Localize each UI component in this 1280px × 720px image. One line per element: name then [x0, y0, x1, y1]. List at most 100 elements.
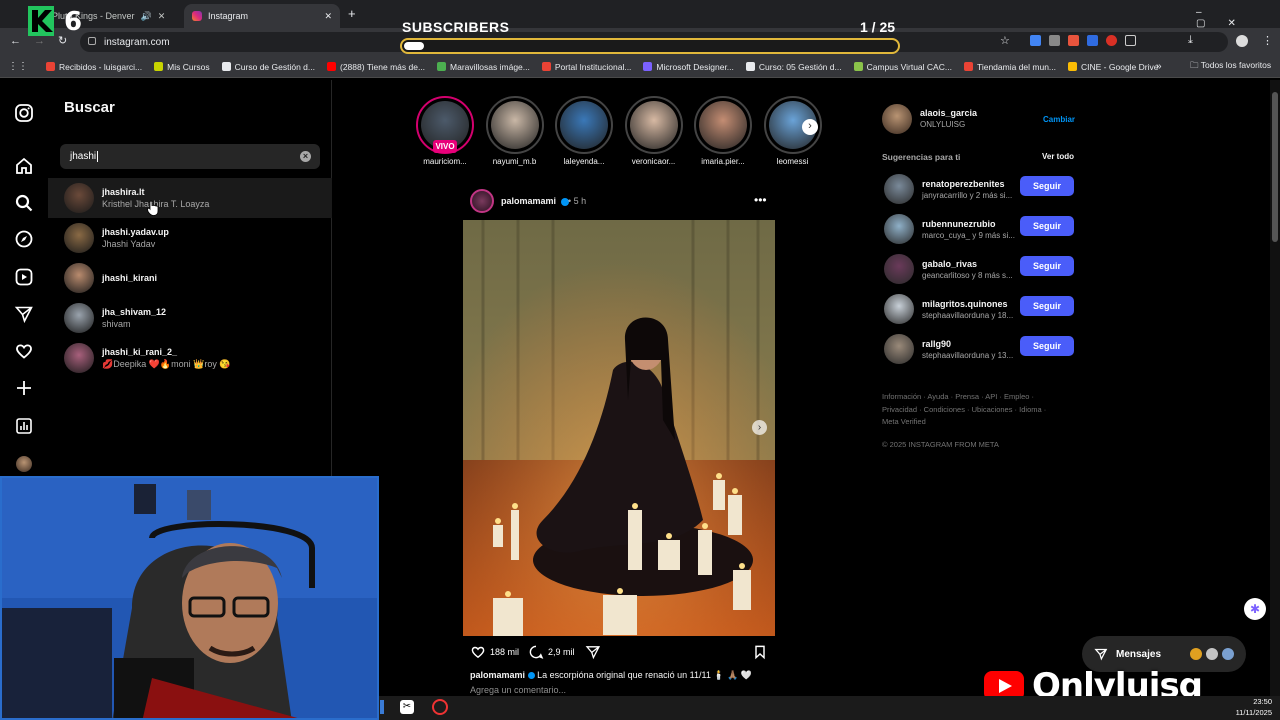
suggestion-username[interactable]: renatoperezbenites: [922, 179, 1012, 189]
bookmark-item[interactable]: (2888) Tiene más de...: [326, 62, 425, 72]
bookmark-icon[interactable]: [752, 644, 768, 660]
search-result-item[interactable]: jha_shivam_12 shivam: [48, 298, 332, 338]
story-item[interactable]: veronicaor...: [624, 96, 684, 166]
post-image[interactable]: [463, 220, 775, 636]
search-icon[interactable]: [14, 193, 34, 213]
bookmark-item[interactable]: Microsoft Designer...: [643, 62, 734, 72]
comment-input[interactable]: Agrega un comentario...: [470, 685, 566, 695]
suggestion-username[interactable]: rallg90: [922, 339, 1013, 349]
follow-button[interactable]: Seguir: [1020, 296, 1074, 316]
follow-button[interactable]: Seguir: [1020, 216, 1074, 236]
bookmark-item[interactable]: Campus Virtual CAC...: [853, 62, 952, 72]
heart-icon[interactable]: [470, 644, 486, 660]
close-icon[interactable]: ✕: [158, 11, 166, 22]
search-result-item[interactable]: jhashira.lt Kristhel Jhashira T. Loayza: [48, 178, 332, 218]
avatar[interactable]: [884, 294, 914, 324]
assistant-icon[interactable]: ✱: [1244, 598, 1266, 620]
menu-icon[interactable]: ⋮: [1262, 34, 1273, 47]
suggestion-username[interactable]: rubennunezrubio: [922, 219, 1015, 229]
speaker-icon[interactable]: 🔊: [141, 11, 152, 22]
extension-icon[interactable]: [1106, 35, 1117, 46]
footer-links[interactable]: Información · Ayuda · Prensa · API · Emp…: [882, 391, 1062, 429]
post-next-icon[interactable]: ›: [752, 420, 767, 435]
more-options-icon[interactable]: •••: [754, 193, 767, 207]
taskbar-app-icon[interactable]: [380, 700, 384, 714]
post-author[interactable]: palomamami: [501, 196, 569, 206]
capcut-icon[interactable]: ✂: [400, 700, 414, 714]
puzzle-icon[interactable]: [1125, 35, 1136, 46]
instagram-logo-icon[interactable]: [14, 103, 34, 123]
follow-button[interactable]: Seguir: [1020, 176, 1074, 196]
dashboard-icon[interactable]: [14, 416, 34, 436]
story-item[interactable]: mauriciom...: [415, 96, 475, 166]
bookmark-item[interactable]: Tiendamia del mun...: [963, 62, 1056, 72]
see-all-link[interactable]: Ver todo: [1042, 152, 1074, 161]
switch-account-link[interactable]: Cambiar: [1043, 115, 1075, 124]
suggestion-username[interactable]: milagritos.quinones: [922, 299, 1013, 309]
avatar[interactable]: [884, 174, 914, 204]
forward-icon[interactable]: →: [34, 35, 45, 47]
bookmark-item[interactable]: Mis Cursos: [154, 62, 210, 72]
chevron-right-icon[interactable]: »: [1156, 61, 1162, 72]
suggestion-username[interactable]: gabalo_rivas: [922, 259, 1013, 269]
search-result-item[interactable]: jhashi.yadav.up Jhashi Yadav: [48, 218, 332, 258]
caption-author[interactable]: palomamami: [470, 670, 525, 680]
star-icon[interactable]: ☆: [1000, 34, 1010, 47]
story-item[interactable]: imaria.pier...: [693, 96, 753, 166]
tab-instagram[interactable]: Instagram ✕: [184, 4, 340, 28]
comment-icon[interactable]: [528, 644, 544, 660]
avatar[interactable]: [884, 334, 914, 364]
extension-icon[interactable]: [1049, 35, 1060, 46]
search-input[interactable]: jhashi: [60, 144, 320, 169]
share-icon[interactable]: [585, 644, 601, 660]
scrollbar-thumb[interactable]: [1272, 92, 1278, 242]
explore-icon[interactable]: [14, 229, 34, 249]
stories-next-icon[interactable]: ›: [802, 119, 818, 135]
suggestion-item: rallg90 stephaavillaorduna y 13... Seguir: [884, 332, 1074, 366]
all-favorites[interactable]: 🗀 Todos los favoritos: [1190, 60, 1271, 74]
reels-icon[interactable]: [14, 267, 34, 287]
comment-group[interactable]: 2,9 mil: [528, 644, 575, 660]
follow-button[interactable]: Seguir: [1020, 256, 1074, 276]
heart-icon[interactable]: [14, 341, 34, 361]
avatar[interactable]: [884, 214, 914, 244]
home-icon[interactable]: [14, 156, 34, 176]
extension-icon[interactable]: [1068, 35, 1079, 46]
profile-avatar[interactable]: [16, 456, 32, 472]
page-scrollbar[interactable]: [1270, 80, 1280, 696]
bookmark-label: Curso de Gestión d...: [234, 61, 315, 72]
messages-icon[interactable]: [14, 304, 34, 324]
bookmark-item[interactable]: Recibidos - luisgarci...: [46, 62, 142, 72]
current-user-avatar[interactable]: [882, 104, 912, 134]
current-user[interactable]: alaois_garcia ONLYLUISG: [920, 108, 977, 129]
bookmark-item[interactable]: Curso de Gestión d...: [221, 61, 315, 72]
system-clock[interactable]: 23:50 11/11/2025: [1232, 696, 1272, 718]
window-controls[interactable]: –▢✕: [1196, 7, 1280, 29]
bookmark-item[interactable]: CINE - Google Drive: [1068, 62, 1158, 72]
like-group[interactable]: 188 mil: [470, 644, 519, 660]
search-title: Buscar: [64, 99, 115, 116]
story-item[interactable]: laleyenda...: [554, 96, 614, 166]
download-icon[interactable]: ⤓: [1188, 34, 1193, 47]
create-icon[interactable]: [14, 378, 34, 398]
close-icon[interactable]: ✕: [324, 11, 332, 22]
svg-text:6: 6: [64, 7, 82, 36]
bookmark-item[interactable]: Curso: 05 Gestión d...: [745, 62, 842, 72]
post-author-avatar[interactable]: [470, 189, 494, 213]
avatar[interactable]: [1236, 35, 1248, 47]
extension-icon[interactable]: [1030, 35, 1041, 46]
new-tab-icon[interactable]: +: [348, 6, 356, 21]
clear-search-icon[interactable]: ×: [300, 151, 311, 162]
bookmark-item[interactable]: Maravillosas imáge...: [437, 62, 530, 72]
avatar[interactable]: [884, 254, 914, 284]
search-result-item[interactable]: jhashi_ki_rani_2_ 💋Deepika ❤️🔥moni 👑roy 😘: [48, 338, 332, 378]
follow-button[interactable]: Seguir: [1020, 336, 1074, 356]
back-icon[interactable]: ←: [10, 35, 21, 47]
story-item[interactable]: nayumi_m.b: [485, 96, 545, 166]
site-info-icon[interactable]: [88, 37, 96, 45]
search-result-item[interactable]: jhashi_kirani: [48, 258, 332, 298]
obs-icon[interactable]: [432, 699, 448, 715]
apps-icon[interactable]: ⋮⋮: [8, 61, 28, 72]
bookmark-item[interactable]: Portal Institucional...: [541, 62, 631, 72]
extension-icon[interactable]: [1087, 35, 1098, 46]
